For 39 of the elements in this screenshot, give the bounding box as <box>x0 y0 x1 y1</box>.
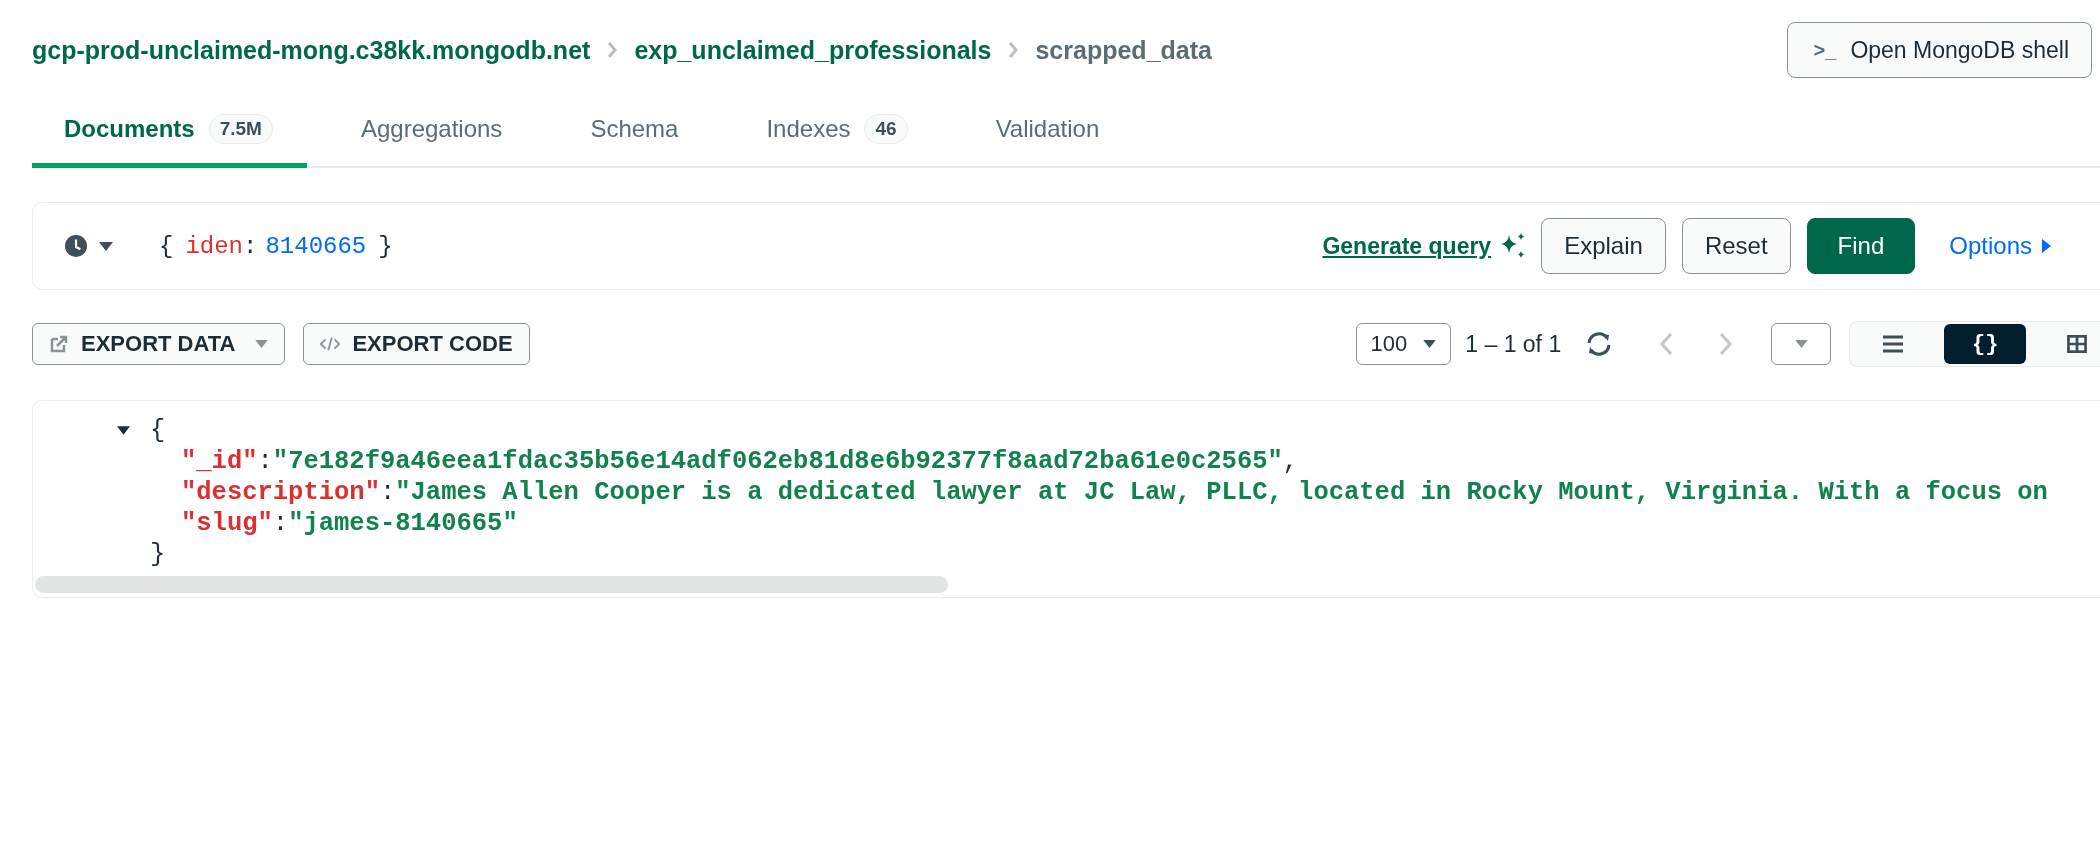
caret-down-icon <box>255 340 269 348</box>
query-button[interactable]: Explain <box>1541 218 1666 274</box>
view-json-button[interactable]: {} <box>1944 324 2027 364</box>
open-brace: { <box>150 416 166 445</box>
query-button[interactable]: Find <box>1806 218 1916 274</box>
page-size-select[interactable]: 100 <box>1355 323 1452 365</box>
chevron-right-icon <box>606 41 619 59</box>
clock-icon[interactable] <box>65 235 87 257</box>
caret-down-icon[interactable] <box>99 241 113 251</box>
export-code-button[interactable]: EXPORT CODE <box>303 323 530 365</box>
document-field: "_id":"7e182f9a46eea1fdac35b56e14adf062eb81d8e6b92377f8aad72ba61e0c2565", <box>33 446 2100 477</box>
document-field: "slug":"james-8140665" <box>33 508 2100 539</box>
caret-down-icon[interactable] <box>117 426 130 435</box>
chevron-right-icon <box>1007 41 1020 59</box>
generate-query-link[interactable]: Generate query <box>1322 232 1492 260</box>
document-field: "description":"James Allen Cooper is a dedicated lawyer at JC Law, PLLC, located in Rocky Mount, Virginia. With a focus on <box>33 477 2100 508</box>
caret-down-icon <box>1423 340 1437 348</box>
close-brace: } <box>150 540 166 569</box>
tab[interactable]: Indexes 46 <box>734 94 942 168</box>
tab[interactable]: Aggregations <box>328 94 537 168</box>
tab[interactable]: Validation <box>963 94 1134 168</box>
export-data-button[interactable]: EXPORT DATA <box>32 323 286 365</box>
query-field[interactable]: { iden: 8140665 } <box>159 232 1323 260</box>
caret-right-icon[interactable] <box>2042 239 2051 253</box>
open-shell-button[interactable]: >_ Open MongoDB shell <box>1786 22 2092 78</box>
breadcrumb-item: scrapped_data <box>1035 35 1212 65</box>
pagination-range: 1 – 1 of 1 <box>1465 330 1562 358</box>
dropdown-button[interactable] <box>1771 323 1832 365</box>
breadcrumb-item[interactable]: exp_unclaimed_professionals <box>634 35 992 65</box>
options-link[interactable]: Options <box>1949 232 2032 260</box>
tab[interactable]: Documents 7.5M <box>32 94 307 168</box>
export-icon <box>49 334 69 354</box>
caret-down-icon <box>1794 340 1808 348</box>
tab[interactable]: Schema <box>558 94 713 168</box>
query-button[interactable]: Reset <box>1681 218 1791 274</box>
horizontal-scrollbar[interactable] <box>35 576 948 593</box>
breadcrumb-item[interactable]: gcp-prod-unclaimed-mong.c38kk.mongodb.net <box>32 35 591 65</box>
list-icon <box>1882 335 1905 353</box>
table-icon <box>2066 335 2089 353</box>
